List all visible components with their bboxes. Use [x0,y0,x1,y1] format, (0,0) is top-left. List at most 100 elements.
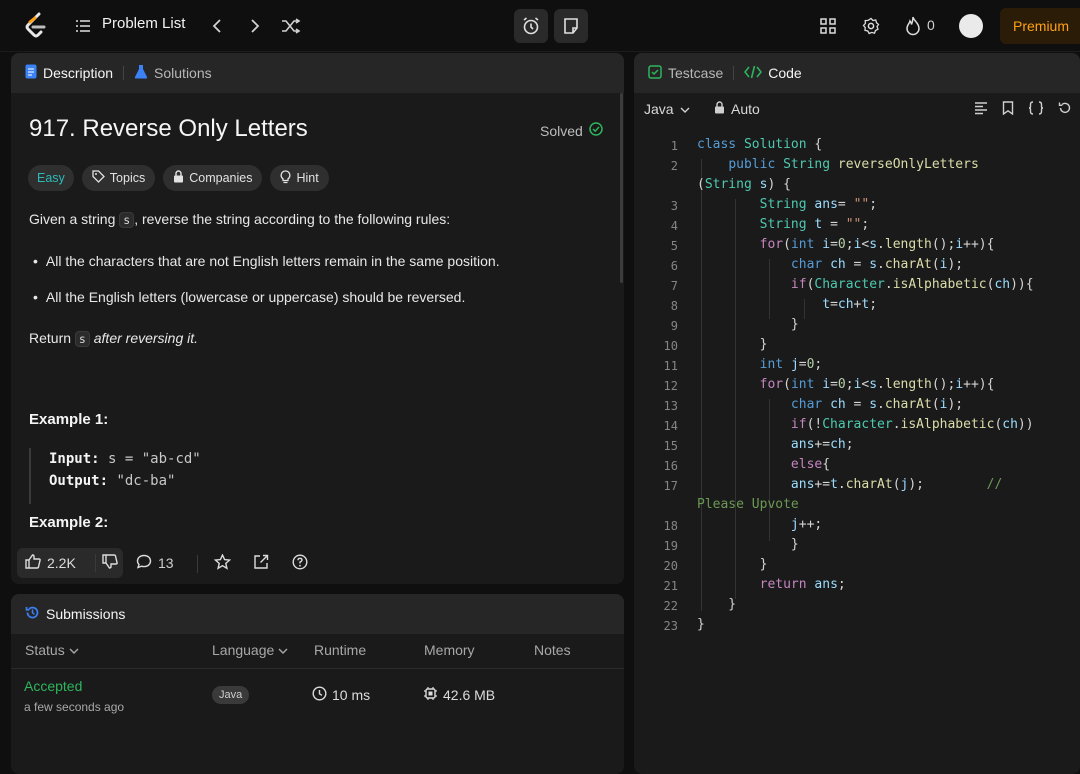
language-label: Java [644,101,674,117]
chevron-down-icon [69,642,79,658]
runtime-column-header: Runtime [314,642,366,658]
return-text: Return [29,330,72,346]
bookmark-icon[interactable] [1002,100,1014,118]
companies-label: Companies [189,171,253,185]
chevron-down-icon [680,101,690,117]
code-line: 22 } [634,597,1080,617]
line-number: 3 [670,199,678,213]
code-line: 10 } [634,337,1080,357]
notes-column-header: Notes [534,642,571,658]
line-number: 12 [663,379,678,393]
code-line: 8 t=ch+t; [634,297,1080,317]
apps-grid-icon[interactable] [818,16,838,36]
topics-label: Topics [109,171,146,185]
tab-description[interactable]: Description [25,64,113,82]
note-icon[interactable] [554,9,588,43]
code-line: 3 String ans= ""; [634,197,1080,217]
avatar[interactable] [959,14,983,38]
tab-solutions[interactable]: Solutions [134,64,212,82]
submission-time: a few seconds ago [24,700,125,714]
return-text-italic: after reversing it. [93,330,199,346]
like-count: 2.2K [47,555,76,571]
scrollbar[interactable] [620,93,623,283]
format-icon[interactable] [974,101,988,118]
star-icon[interactable] [214,554,231,570]
auto-mode-toggle[interactable]: Auto [714,101,760,117]
input-value: s = "ab-cd" [108,451,201,467]
code-line: 13 char ch = s.charAt(i); [634,397,1080,417]
line-number: 15 [663,439,678,453]
rule-item: • All the characters that are not Englis… [33,253,500,269]
submissions-title: Submissions [46,606,126,622]
memory-value: 42.6 MB [423,686,495,704]
code-line: 5 for(int i=0;i<s.length();i++){ [634,237,1080,257]
leetcode-logo-icon[interactable] [22,12,50,40]
line-number: 23 [663,619,678,633]
return-statement: Return s after reversing it. [29,330,198,347]
solved-status: Solved [540,122,603,139]
tab-submissions[interactable]: Submissions [25,605,125,623]
submission-status[interactable]: Accepted [24,678,82,694]
line-number: 14 [663,419,678,433]
rule-text: All the English letters (lowercase or up… [45,289,466,305]
code-line: 16 else{ [634,457,1080,477]
code-line: 12 for(int i=0;i<s.length();i++){ [634,377,1080,397]
language-badge: Java [212,686,250,704]
column-label: Status [25,642,65,658]
line-number: 5 [670,239,678,253]
gear-icon[interactable] [860,15,882,37]
code-line: 1 class Solution { [634,137,1080,157]
tab-code[interactable]: Code [744,65,802,82]
line-number: 1 [670,139,678,153]
language-column-header[interactable]: Language [212,642,288,658]
footer-divider [197,555,198,573]
help-icon[interactable] [292,554,308,570]
code-line: 7 if(Character.isAlphabetic(ch)){ [634,277,1080,297]
dislike-button[interactable] [95,554,123,572]
streak-count: 0 [927,17,935,33]
topics-tag[interactable]: Topics [81,165,156,191]
status-column-header[interactable]: Status [25,642,79,658]
companies-tag[interactable]: Companies [163,165,263,191]
description-panel-header: Description Solutions [11,53,624,93]
solved-label: Solved [540,122,583,139]
comments-button[interactable]: 13 [136,554,174,572]
memory-text: 42.6 MB [443,687,496,703]
inline-code: s [74,331,90,347]
code-line-wrap: Please Upvote [697,497,799,512]
rule-item: • All the English letters (lowercase or … [33,289,465,305]
intro-text-rest: , reverse the string according to the fo… [134,211,451,227]
chevron-left-icon[interactable] [208,15,226,37]
line-number: 13 [663,399,678,413]
hint-tag[interactable]: Hint [270,165,329,191]
code-line: 11 int j=0; [634,357,1080,377]
top-navigation-bar: Problem List 0 Premium [0,0,1080,52]
intro-text: Given a string [29,211,116,227]
premium-button[interactable]: Premium [1000,8,1080,44]
code-line-wrap: (String s) { [697,177,791,192]
code-line: 15 ans+=ch; [634,437,1080,457]
code-brackets-icon [744,65,763,82]
share-icon[interactable] [253,554,269,570]
tab-testcase-label: Testcase [668,65,724,81]
bullet-dot: • [33,253,38,269]
problem-list-icon[interactable] [74,17,92,35]
chevron-down-icon [278,642,288,658]
shuffle-icon[interactable] [280,15,302,37]
problem-title: 917. Reverse Only Letters [29,115,308,142]
memory-column-header: Memory [424,642,475,658]
tab-testcase[interactable]: Testcase [648,64,724,82]
fire-icon[interactable] [903,15,923,37]
column-label: Notes [534,642,571,658]
braces-icon[interactable] [1028,100,1044,118]
alarm-clock-icon[interactable] [514,9,548,43]
like-button[interactable]: 2.2K [17,554,95,572]
output-label: Output: [49,473,109,489]
line-number: 17 [663,479,678,493]
memory-chip-icon [423,686,438,704]
chevron-right-icon[interactable] [246,15,264,37]
problem-list-link[interactable]: Problem List [102,15,185,32]
reset-icon[interactable] [1058,101,1072,118]
code-line: 20 } [634,557,1080,577]
language-select[interactable]: Java [644,101,690,117]
